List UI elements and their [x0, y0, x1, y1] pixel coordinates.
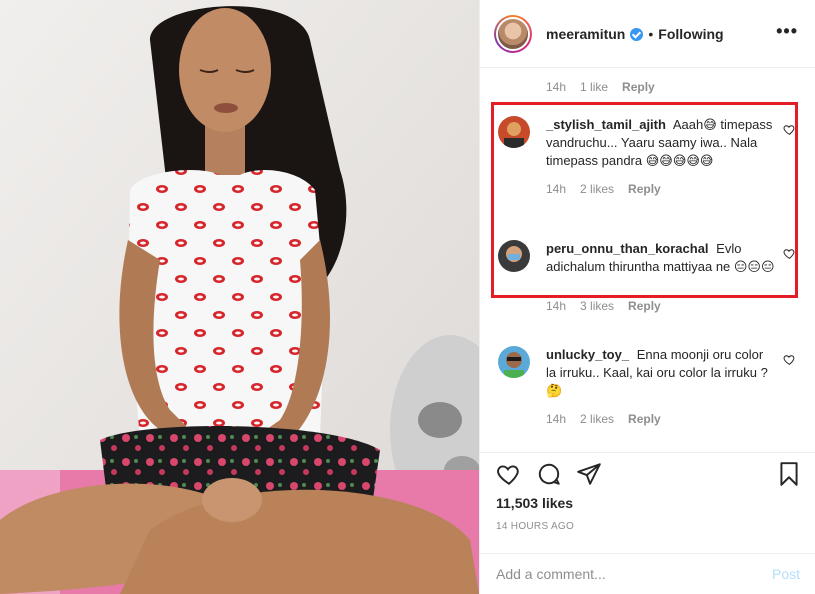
comment-bubble-icon[interactable] — [536, 461, 562, 487]
comment-time: 14h — [546, 182, 567, 196]
reply-button[interactable]: Reply — [622, 80, 655, 94]
comment-username[interactable]: peru_onnu_than_korachal — [546, 241, 709, 256]
comment-item: unlucky_toy_ Enna moonji oru color la ir… — [498, 346, 798, 426]
comment-item: peru_onnu_than_korachal Evlo adichalum t… — [498, 240, 798, 313]
separator-dot: • — [648, 25, 654, 42]
post-comment-button[interactable]: Post — [772, 566, 800, 582]
post-header: meeramitun • Following ••• — [480, 0, 815, 68]
comment-username[interactable]: unlucky_toy_ — [546, 347, 629, 362]
share-paper-plane-icon[interactable] — [576, 461, 602, 487]
comment-meta: 14h 2 likes Reply — [546, 182, 798, 196]
comment-meta: 14h 1 like Reply — [546, 80, 655, 94]
comment-likes[interactable]: 1 like — [580, 80, 608, 94]
commenter-avatar[interactable] — [498, 116, 530, 148]
reply-button[interactable]: Reply — [628, 299, 661, 313]
post-image — [0, 0, 479, 594]
like-comment-heart-icon[interactable] — [783, 123, 796, 136]
comment-likes[interactable]: 2 likes — [580, 412, 614, 426]
comment-username[interactable]: _stylish_tamil_ajith — [546, 117, 666, 132]
comment-time: 14h — [546, 412, 567, 426]
commenter-avatar[interactable] — [498, 346, 530, 378]
comment-time: 14h — [546, 299, 567, 313]
post-panel: meeramitun • Following ••• 14h 1 like Re… — [479, 0, 815, 594]
add-comment-bar: Post — [480, 553, 815, 594]
like-comment-heart-icon[interactable] — [783, 247, 796, 260]
likes-count[interactable]: 11,503 likes — [496, 495, 573, 511]
comment-time: 14h — [546, 80, 567, 94]
post-actions: 11,503 likes 14 HOURS AGO Post — [480, 452, 815, 594]
comment-meta: 14h 3 likes Reply — [546, 299, 798, 313]
following-button[interactable]: Following — [658, 26, 723, 42]
post-photo[interactable] — [0, 0, 479, 594]
reply-button[interactable]: Reply — [628, 182, 661, 196]
comment-meta: 14h 2 likes Reply — [546, 412, 798, 426]
save-bookmark-icon[interactable] — [776, 461, 802, 487]
commenter-avatar[interactable] — [498, 240, 530, 272]
more-options-icon[interactable]: ••• — [776, 22, 798, 40]
author-username[interactable]: meeramitun — [546, 26, 625, 42]
reply-button[interactable]: Reply — [628, 412, 661, 426]
verified-badge-icon — [630, 28, 644, 41]
post-timestamp[interactable]: 14 HOURS AGO — [496, 521, 574, 532]
like-comment-heart-icon[interactable] — [783, 353, 796, 366]
comment-likes[interactable]: 3 likes — [580, 299, 614, 313]
like-heart-icon[interactable] — [496, 461, 522, 487]
comment-item: _stylish_tamil_ajith Aaah😅 timepass vand… — [498, 116, 798, 196]
comment-likes[interactable]: 2 likes — [580, 182, 614, 196]
comment-input[interactable] — [496, 564, 746, 584]
author-avatar[interactable] — [494, 14, 532, 53]
